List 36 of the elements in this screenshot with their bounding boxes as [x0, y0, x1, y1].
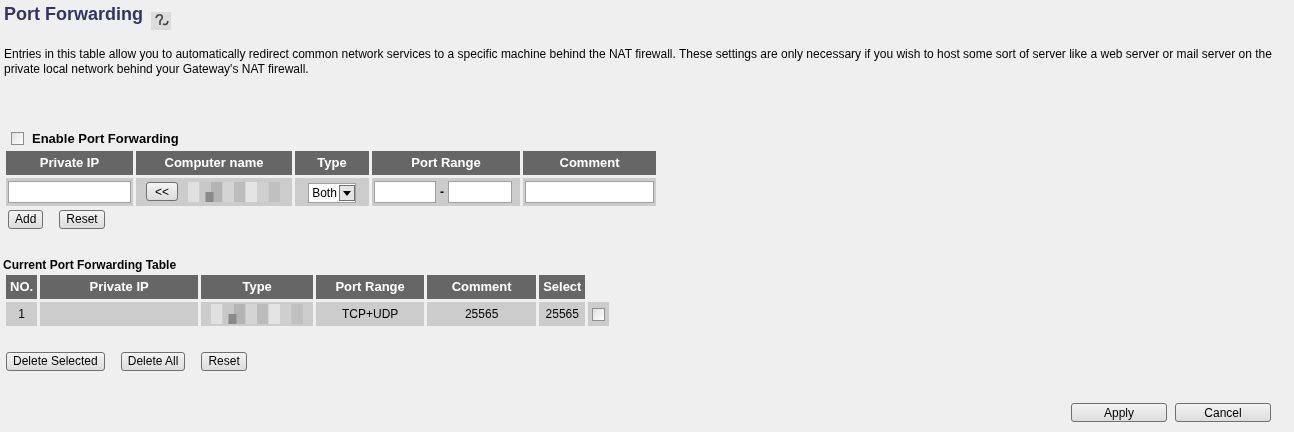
port-start-field[interactable]: [374, 180, 436, 203]
button[interactable]: Apply: [1071, 403, 1167, 422]
button[interactable]: Cancel: [1175, 403, 1271, 422]
checkbox[interactable]: [592, 307, 606, 321]
table-title: Current Port Forwarding Table: [3, 256, 178, 274]
column-header: Comment: [523, 150, 656, 175]
button[interactable]: Reset: [201, 351, 247, 371]
description-text: Entries in this table allow you to automatically redirect common network services to a specific machine behind the NAT firewall. These settings are only necessary if you wish to host some sort of server like a web server or mail server on the private local network behind your Gateway's NAT firewall.: [3, 47, 1273, 77]
column-header: Select: [539, 274, 586, 299]
column-header: Type: [295, 150, 369, 175]
column-header: Private IP: [40, 274, 199, 299]
comment-field[interactable]: [525, 180, 654, 203]
column-header: Port Range: [316, 274, 425, 299]
table-cell: 25565: [464, 306, 499, 321]
column-header: NO.: [6, 274, 38, 299]
page-title: Port Forwarding: [4, 3, 143, 26]
column-header: Comment: [427, 274, 537, 299]
help-icon[interactable]: [151, 12, 171, 30]
checkbox[interactable]: [11, 132, 24, 146]
table-cell: 25565: [545, 306, 579, 321]
button[interactable]: Delete Selected: [6, 351, 105, 371]
enable-label: Enable Port Forwarding: [32, 130, 179, 148]
port-end-field[interactable]: [448, 180, 512, 203]
private-ip-field[interactable]: [8, 180, 131, 203]
type-select[interactable]: Both: [308, 182, 356, 203]
range-separator: -: [440, 183, 444, 201]
button[interactable]: Reset: [59, 209, 105, 229]
button[interactable]: Add: [8, 209, 44, 229]
button[interactable]: <<: [146, 182, 178, 201]
column-header: Port Range: [372, 150, 520, 175]
button[interactable]: Delete All: [120, 351, 186, 371]
column-header: Computer name: [136, 150, 292, 175]
table-cell: TCP+UDP: [341, 306, 399, 321]
table-cell: 1: [18, 306, 25, 321]
column-header: Private IP: [6, 150, 133, 175]
column-header: Type: [201, 274, 314, 299]
